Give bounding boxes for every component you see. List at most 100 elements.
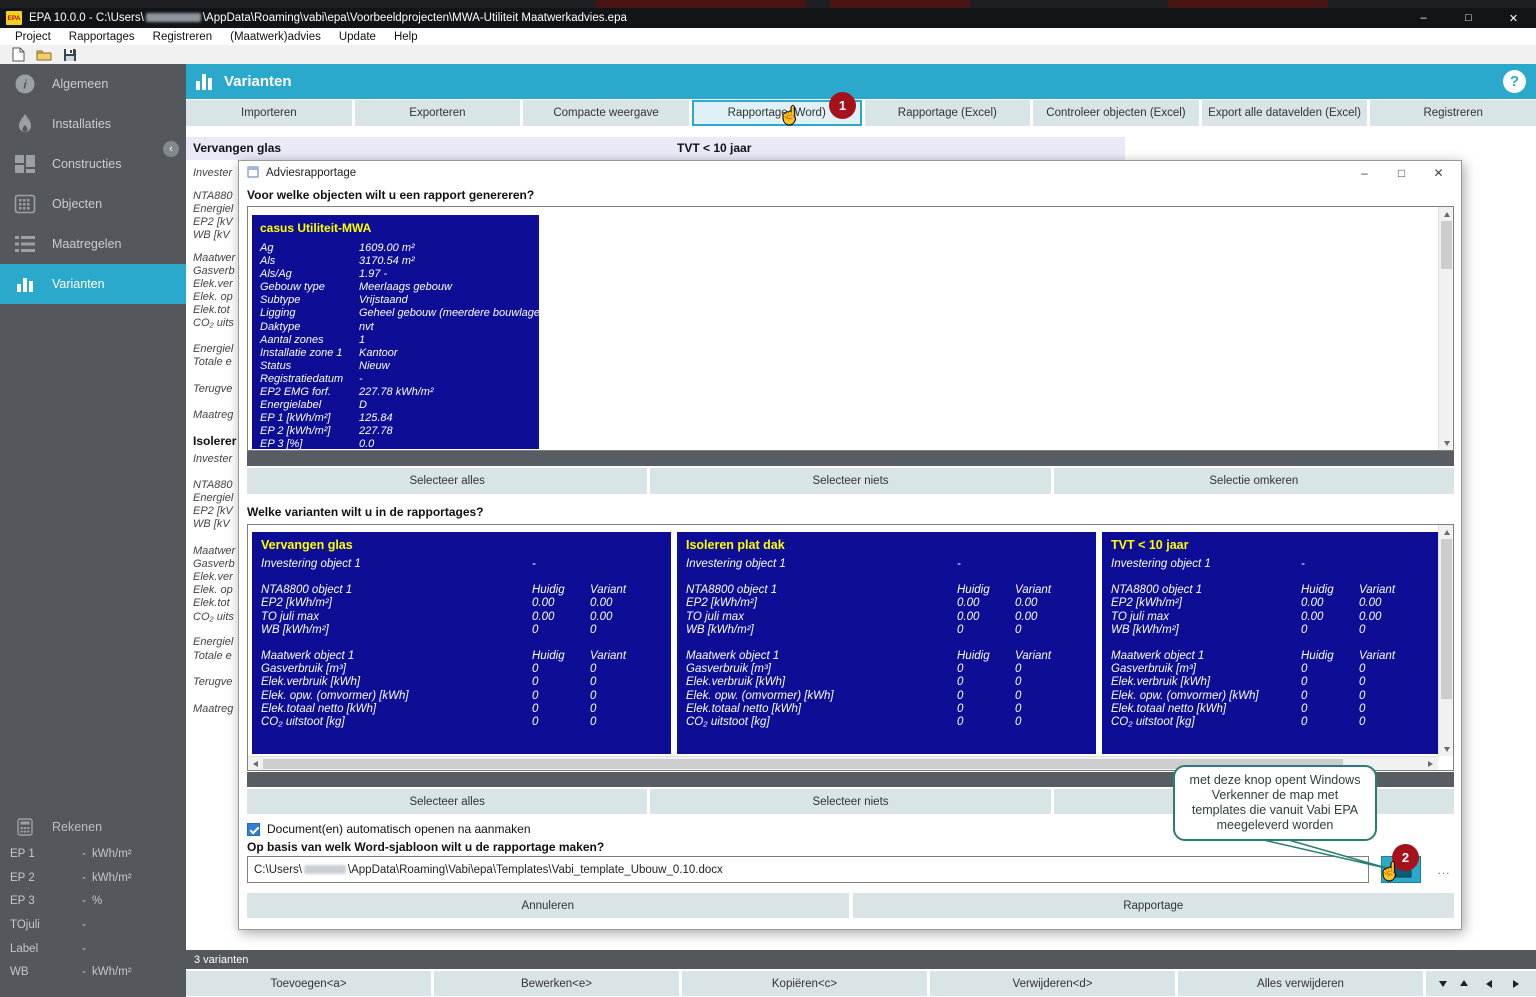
background-label: Maatreg (193, 703, 233, 715)
toevoegen-button[interactable]: Toevoegen<a> (186, 971, 431, 996)
toolbar-importeren[interactable]: Importeren (186, 100, 352, 126)
background-label: Energiel (193, 203, 233, 215)
close-button[interactable]: ✕ (1491, 8, 1536, 28)
background-label: Elek.tot (193, 304, 230, 316)
objects-selecteer-niets-button[interactable]: Selecteer niets (650, 468, 1050, 494)
verwijderen-button[interactable]: Verwijderen<d> (930, 971, 1175, 996)
object-card-row: Daktypenvt (260, 321, 531, 334)
background-label: Elek. op (193, 584, 233, 596)
objects-selectie-omkeren-button[interactable]: Selectie omkeren (1054, 468, 1454, 494)
question-objects: Voor welke objecten wilt u een rapport g… (247, 188, 534, 202)
sidebar-item-algemeen[interactable]: iAlgemeen (0, 64, 186, 104)
browse-more-button[interactable]: ... (1429, 856, 1459, 883)
background-label: Invester (193, 453, 232, 465)
object-card-row: Registratiedatum- (260, 373, 531, 386)
dialog-titlebar: Adviesrapportage –□✕ (239, 161, 1461, 185)
background-label: Maatwer (193, 545, 235, 557)
background-label: Terugve (193, 383, 232, 395)
toolbar-export-alle-datavelden-excel[interactable]: Export alle datavelden (Excel) (1202, 100, 1368, 126)
background-label: WB [kV (193, 229, 230, 241)
new-file-button[interactable] (10, 47, 26, 63)
nav-down-icon[interactable] (1439, 981, 1447, 991)
toolbar-controleer-objecten-excel[interactable]: Controleer objecten (Excel) (1033, 100, 1199, 126)
vertical-scrollbar[interactable] (1438, 207, 1453, 450)
vertical-scrollbar[interactable] (1438, 525, 1453, 756)
toolbar-exporteren[interactable]: Exporteren (355, 100, 521, 126)
menu-help[interactable]: Help (385, 31, 427, 43)
checkbox-auto-open[interactable] (247, 823, 260, 836)
object-card-row: Installatie zone 1Kantoor (260, 347, 531, 360)
toolbar-compacte-weergave[interactable]: Compacte weergave (523, 100, 689, 126)
variants-listbox[interactable]: Vervangen glasInvestering object 1-NTA88… (247, 524, 1454, 771)
nav-left-icon[interactable] (1482, 980, 1492, 988)
calculator-icon (12, 814, 38, 840)
object-card-row: Als3170.54 m² (260, 255, 531, 268)
bewerken-button[interactable]: Bewerken<e> (434, 971, 679, 996)
sidebar-item-varianten[interactable]: Varianten (0, 264, 186, 304)
scroll-right-icon[interactable] (1424, 757, 1438, 771)
hand-cursor-toolbar (779, 106, 800, 126)
background-label: Elek. op (193, 291, 233, 303)
variant-card-isoleren-plat-dak[interactable]: Isoleren plat dakInvestering object 1-NT… (677, 532, 1096, 754)
object-card-row: StatusNieuw (260, 360, 531, 373)
save-button[interactable] (62, 47, 78, 63)
object-card-row: EP 2 [kWh/m²]227.78 (260, 425, 531, 438)
dialog-rapportage-button[interactable]: Rapportage (853, 893, 1455, 918)
object-card-title: casus Utiliteit-MWA (260, 221, 531, 235)
variant-card-tvt-10-jaar[interactable]: TVT < 10 jaarInvestering object 1-NTA880… (1102, 532, 1440, 754)
scroll-up-icon[interactable] (1439, 525, 1454, 538)
nav-up-icon[interactable] (1460, 976, 1468, 986)
variants-selecteer-niets-button[interactable]: Selecteer niets (650, 789, 1050, 814)
epa-app-window: EPA EPA 10.0.0 - C:\Users\\AppData\Roami… (0, 0, 1536, 997)
maximize-button[interactable]: □ (1383, 161, 1420, 185)
scrollbar-thumb[interactable] (1441, 221, 1452, 269)
nav-right-icon[interactable] (1513, 980, 1523, 988)
question-template: Op basis van welk Word-sjabloon wilt u d… (247, 840, 604, 854)
metric-ep-2: EP 2-kWh/m² (0, 866, 186, 890)
menu-maatwerk-advies[interactable]: (Maatwerk)advies (221, 31, 330, 43)
background-label: Energiel (193, 343, 233, 355)
objects-selecteer-alles-button[interactable]: Selecteer alles (247, 468, 647, 494)
dialog-annuleren-button[interactable]: Annuleren (247, 893, 849, 918)
minimize-button[interactable]: – (1346, 161, 1383, 185)
maximize-button[interactable]: □ (1446, 8, 1491, 28)
sidebar-item-maatregelen[interactable]: Maatregelen (0, 224, 186, 264)
scroll-up-icon[interactable] (1439, 207, 1454, 220)
scroll-down-icon[interactable] (1439, 743, 1454, 756)
variants-selecteer-alles-button[interactable]: Selecteer alles (247, 789, 647, 814)
background-windows-strip (0, 0, 1536, 8)
sidebar-item-installaties[interactable]: Installaties (0, 104, 186, 144)
background-label: Totale e (193, 650, 232, 662)
sidebar-item-constructies[interactable]: Constructies (0, 144, 186, 184)
tooltip-callout: met deze knop opent Windows Verkenner de… (1173, 765, 1377, 841)
menu-update[interactable]: Update (330, 31, 385, 43)
object-card[interactable]: casus Utiliteit-MWAAg1609.00 m²Als3170.5… (252, 215, 539, 449)
help-icon[interactable]: ? (1503, 70, 1526, 93)
background-label: EP2 [kV (193, 505, 233, 517)
objects-listbox[interactable]: casus Utiliteit-MWAAg1609.00 m²Als3170.5… (247, 206, 1454, 451)
object-card-row: EP2 EMG forf.227.78 kWh/m² (260, 386, 531, 399)
template-path-input[interactable]: C:\Users\\AppData\Roaming\Vabi\epa\Templ… (247, 856, 1369, 883)
close-button[interactable]: ✕ (1420, 161, 1457, 185)
sidebar-collapse-button[interactable]: ‹ (163, 141, 179, 157)
metric-ep-3: EP 3-% (0, 889, 186, 913)
sidebar-item-objecten[interactable]: Objecten (0, 184, 186, 224)
variant-card-vervangen-glas[interactable]: Vervangen glasInvestering object 1-NTA88… (252, 532, 671, 754)
kopi-ren-button[interactable]: Kopiëren<c> (682, 971, 927, 996)
background-label: Elek.ver (193, 571, 233, 583)
alles-verwijderen-button[interactable]: Alles verwijderen (1178, 971, 1423, 996)
menu-registreren[interactable]: Registreren (144, 31, 221, 43)
minimize-button[interactable]: – (1401, 8, 1446, 28)
rekenen-button[interactable]: Rekenen (0, 812, 186, 842)
scrollbar-thumb[interactable] (1441, 539, 1452, 699)
scroll-down-icon[interactable] (1439, 437, 1454, 450)
object-card-row: Als/Ag1.97 - (260, 268, 531, 281)
menu-bar: ProjectRapportagesRegistreren(Maatwerk)a… (0, 28, 1536, 45)
open-folder-button[interactable] (36, 47, 52, 63)
scroll-left-icon[interactable] (248, 757, 262, 771)
menu-rapportages[interactable]: Rapportages (60, 31, 144, 43)
menu-project[interactable]: Project (6, 31, 60, 43)
toolbar-rapportage-excel[interactable]: Rapportage (Excel) (865, 100, 1031, 126)
toolbar-registreren[interactable]: Registreren (1370, 100, 1536, 126)
redacted-username (146, 13, 201, 22)
